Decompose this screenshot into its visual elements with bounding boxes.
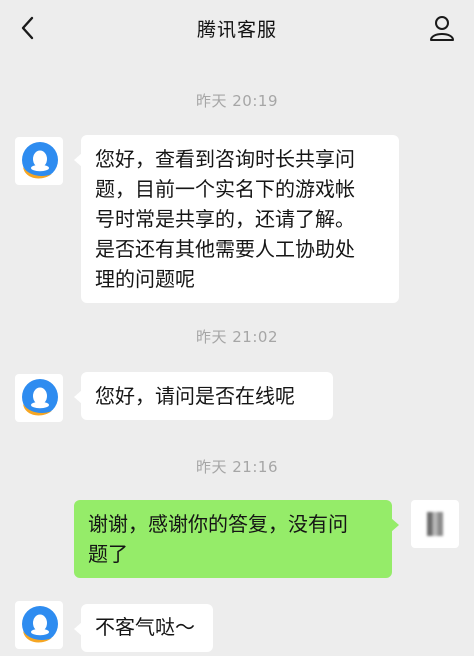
chevron-left-icon xyxy=(21,16,34,40)
message-bubble-incoming: 您好，查看到咨询时长共享问 题，目前一个实名下的游戏帐 号时常是共享的，还请了解… xyxy=(74,135,399,303)
profile-button[interactable] xyxy=(426,12,458,44)
back-button[interactable] xyxy=(12,12,44,44)
user-avatar[interactable] xyxy=(411,500,459,548)
message-bubble-incoming: 不客气哒～ xyxy=(74,604,213,652)
service-avatar[interactable] xyxy=(15,374,63,422)
message-timestamp: 昨天 21:16 xyxy=(196,458,278,476)
chat-header: 腾讯客服 xyxy=(0,0,474,56)
message-bubble-outgoing: 谢谢，感谢你的答复，没有问 题了 xyxy=(74,500,399,578)
message-bubble-incoming: 您好，请问是否在线呢 xyxy=(74,372,333,420)
tencent-qq-penguin-icon xyxy=(22,379,58,416)
message-timestamp: 昨天 21:02 xyxy=(196,328,278,346)
chat-title: 腾讯客服 xyxy=(196,18,277,41)
tencent-qq-penguin-icon xyxy=(22,606,58,643)
message-timestamp: 昨天 20:19 xyxy=(196,92,278,110)
person-icon xyxy=(430,16,454,41)
service-avatar[interactable] xyxy=(15,137,63,185)
tencent-qq-penguin-icon xyxy=(22,142,58,179)
blurred-user-avatar xyxy=(427,512,443,536)
service-avatar[interactable] xyxy=(15,601,63,649)
